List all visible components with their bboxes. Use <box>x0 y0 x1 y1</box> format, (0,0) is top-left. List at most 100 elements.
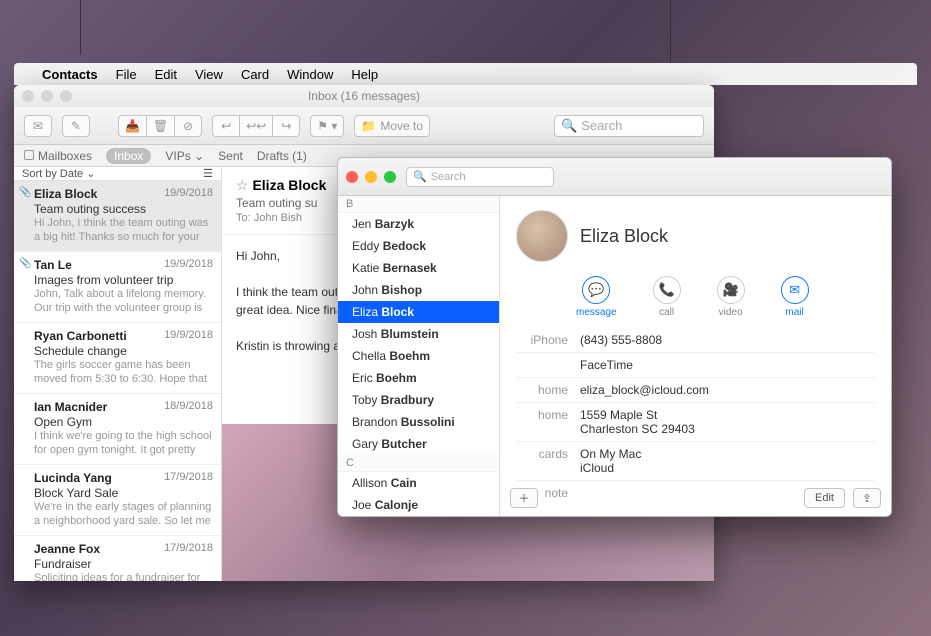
mail-search[interactable]: 🔍 Search <box>554 115 704 137</box>
reply-all-button[interactable]: ↩↩ <box>239 115 273 137</box>
contact-row[interactable]: Chella Boehm <box>338 345 499 367</box>
attachment-icon: 📎 <box>19 187 31 198</box>
message-subject: Images from volunteer trip <box>34 273 213 287</box>
message-list: Sort by Date ⌄ ☰ 📎Eliza Block19/9/2018Te… <box>14 167 222 581</box>
video-action[interactable]: 🎥video <box>717 276 745 318</box>
contact-row[interactable]: Allison Cain <box>338 472 499 494</box>
menu-edit[interactable]: Edit <box>155 67 177 82</box>
contact-row[interactable]: Eric Boehm <box>338 367 499 389</box>
search-icon: 🔍 <box>413 170 427 183</box>
contact-name: Eliza Block <box>580 226 668 247</box>
contact-field: FaceTime <box>516 353 875 378</box>
message-row[interactable]: Ryan Carbonetti19/9/2018Schedule changeT… <box>14 323 221 394</box>
filter-icon[interactable]: ☰ <box>203 167 213 180</box>
menu-file[interactable]: File <box>116 67 137 82</box>
delete-button[interactable]: 🗑 <box>146 115 175 137</box>
message-date: 18/9/2018 <box>164 400 213 412</box>
message-icon: 💬 <box>582 276 610 304</box>
message-preview: We're in the early stages of planning a … <box>34 501 213 529</box>
message-action[interactable]: 💬message <box>576 276 617 318</box>
mail-titlebar: Inbox (16 messages) <box>14 85 714 107</box>
mailboxes-toggle[interactable]: Mailboxes <box>24 149 92 163</box>
field-value[interactable]: On My Mac iCloud <box>580 447 875 475</box>
menu-help[interactable]: Help <box>351 67 378 82</box>
contact-row[interactable]: John Bishop <box>338 279 499 301</box>
avatar[interactable] <box>516 210 568 262</box>
contact-field: cardsOn My Mac iCloud <box>516 442 875 481</box>
message-preview: The girls soccer game has been moved fro… <box>34 359 213 387</box>
menu-view[interactable]: View <box>195 67 223 82</box>
field-value[interactable]: eliza_block@icloud.com <box>580 383 875 397</box>
sort-bar[interactable]: Sort by Date ⌄ ☰ <box>14 167 221 181</box>
field-label: iPhone <box>516 333 580 347</box>
chevron-down-icon: ⌄ <box>86 168 95 180</box>
contact-row[interactable]: Gary Butcher <box>338 433 499 455</box>
moveto-button[interactable]: 📁 Move to <box>354 115 430 137</box>
field-value[interactable]: (843) 555-8808 <box>580 333 875 347</box>
contact-row[interactable]: Eddy Bedock <box>338 235 499 257</box>
compose-button[interactable]: ✎ <box>62 115 90 137</box>
message-subject: Team outing success <box>34 202 213 216</box>
contact-row[interactable]: Josh Blumstein <box>338 323 499 345</box>
fav-sent[interactable]: Sent <box>218 149 243 163</box>
message-row[interactable]: Lucinda Yang17/9/2018Block Yard SaleWe'r… <box>14 465 221 536</box>
contact-row[interactable]: Brandon Bussolini <box>338 411 499 433</box>
chevron-down-icon: ⌄ <box>194 149 204 163</box>
message-subject: Schedule change <box>34 344 213 358</box>
message-date: 19/9/2018 <box>164 329 213 341</box>
message-subject: Open Gym <box>34 415 213 429</box>
app-menu[interactable]: Contacts <box>42 67 98 82</box>
contact-row[interactable]: Katie Bernasek <box>338 257 499 279</box>
field-label <box>516 358 580 372</box>
contact-row[interactable]: Joe Calonje <box>338 494 499 516</box>
flag-button[interactable]: ⚑ ▾ <box>310 115 344 137</box>
forward-button[interactable]: ↪ <box>272 115 300 137</box>
attachment-icon: 📎 <box>19 258 31 269</box>
message-preview: John, Talk about a lifelong memory. Our … <box>34 288 213 316</box>
mail-icon: ✉ <box>781 276 809 304</box>
menu-window[interactable]: Window <box>287 67 333 82</box>
message-date: 19/9/2018 <box>164 187 213 199</box>
message-row[interactable]: Ian Macnider18/9/2018Open GymI think we'… <box>14 394 221 465</box>
menu-bar: Contacts File Edit View Card Window Help <box>14 63 917 85</box>
message-row[interactable]: 📎Eliza Block19/9/2018Team outing success… <box>14 181 221 252</box>
fav-vips[interactable]: VIPs ⌄ <box>165 149 204 163</box>
field-label: home <box>516 383 580 397</box>
get-mail-button[interactable]: ✉ <box>24 115 52 137</box>
edit-button[interactable]: Edit <box>804 488 845 508</box>
menu-card[interactable]: Card <box>241 67 269 82</box>
contacts-search[interactable]: 🔍 Search <box>406 167 554 187</box>
star-icon[interactable]: ☆ <box>236 177 249 193</box>
contact-field: home1559 Maple St Charleston SC 29403 <box>516 403 875 442</box>
mail-action[interactable]: ✉mail <box>781 276 809 318</box>
junk-button[interactable]: ⊘ <box>174 115 202 137</box>
field-value[interactable]: FaceTime <box>580 358 875 372</box>
fav-drafts[interactable]: Drafts (1) <box>257 149 307 163</box>
add-button[interactable]: ＋ <box>510 488 538 508</box>
message-from: Eliza Block <box>252 177 326 193</box>
message-row[interactable]: 📎Tan Le19/9/2018Images from volunteer tr… <box>14 252 221 323</box>
contact-list[interactable]: BJen BarzykEddy BedockKatie BernasekJohn… <box>338 196 500 516</box>
minimize-button[interactable] <box>365 171 377 183</box>
call-action[interactable]: 📞call <box>653 276 681 318</box>
mail-toolbar: ✉ ✎ 📥 🗑 ⊘ ↩ ↩↩ ↪ ⚑ ▾ 📁 Move to 🔍 Search <box>14 107 714 145</box>
message-row[interactable]: Jeanne Fox17/9/2018FundraiserSoliciting … <box>14 536 221 581</box>
share-icon: ⇪ <box>862 492 871 505</box>
field-label: home <box>516 408 580 436</box>
search-icon: 🔍 <box>561 118 577 134</box>
share-button[interactable]: ⇪ <box>853 488 881 508</box>
contact-row[interactable]: Toby Bradbury <box>338 389 499 411</box>
fav-inbox[interactable]: Inbox <box>106 148 151 164</box>
field-value[interactable]: 1559 Maple St Charleston SC 29403 <box>580 408 875 436</box>
contact-row[interactable]: Jen Barzyk <box>338 213 499 235</box>
archive-button[interactable]: 📥 <box>118 115 147 137</box>
contact-row[interactable]: Eliza Block <box>338 301 499 323</box>
message-preview: Hi John, I think the team outing was a b… <box>34 217 213 245</box>
close-button[interactable] <box>346 171 358 183</box>
contact-card: Eliza Block 💬message 📞call 🎥video ✉mail … <box>500 196 891 516</box>
video-icon: 🎥 <box>717 276 745 304</box>
reply-button[interactable]: ↩ <box>212 115 240 137</box>
field-label: cards <box>516 447 580 475</box>
zoom-button[interactable] <box>384 171 396 183</box>
message-subject: Fundraiser <box>34 557 213 571</box>
